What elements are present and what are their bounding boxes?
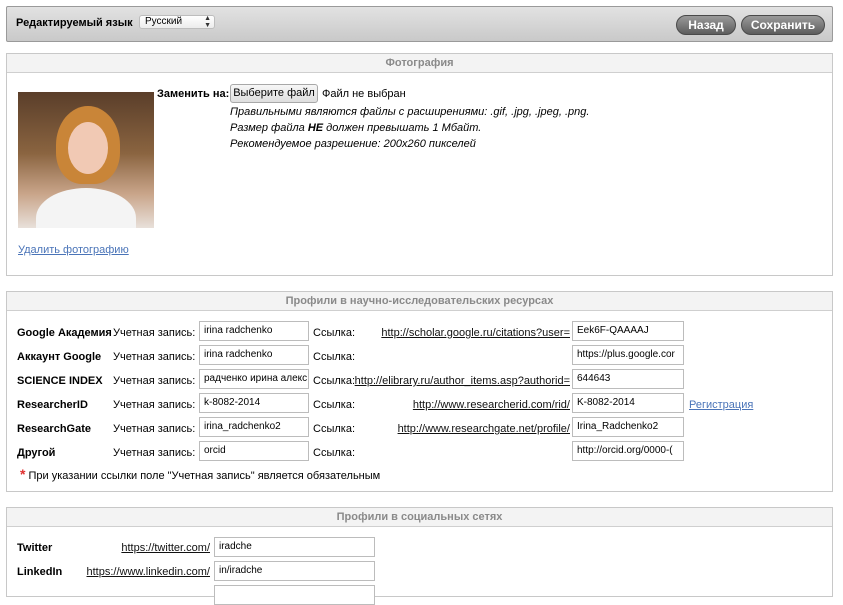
account-label: Учетная запись: xyxy=(113,399,196,411)
register-link[interactable]: Регистрация xyxy=(689,399,753,411)
link-input[interactable]: http://orcid.org/0000-( xyxy=(572,441,684,461)
photo-panel-title: Фотография xyxy=(7,54,832,73)
link-input[interactable]: 644643 xyxy=(572,369,684,389)
account-label: Учетная запись: xyxy=(113,375,196,387)
research-profiles-panel: Профили в научно-исследовательских ресур… xyxy=(6,291,833,492)
profile-url-link[interactable]: http://scholar.google.ru/citations?user= xyxy=(381,327,570,339)
social-url-link[interactable]: https://twitter.com/ xyxy=(121,542,210,554)
account-label: Учетная запись: xyxy=(113,327,196,339)
link-input[interactable]: Irina_Radchenko2 xyxy=(572,417,684,437)
social-url-link[interactable]: https://www.linkedin.com/ xyxy=(87,566,211,578)
account-input[interactable]: irina_radchenko2 xyxy=(199,417,309,437)
hint-size: Размер файла НЕ должен превышать 1 Мбайт… xyxy=(230,122,482,134)
select-arrows-icon: ▲ ▼ xyxy=(204,15,211,29)
resource-name: ResearcherID xyxy=(17,399,88,411)
account-label: Учетная запись: xyxy=(113,447,196,459)
link-input[interactable]: https://plus.google.cor xyxy=(572,345,684,365)
profile-url-link[interactable]: http://elibrary.ru/author_items.asp?auth… xyxy=(355,375,570,387)
link-label: Ссылка: xyxy=(313,375,355,387)
account-input[interactable]: irina radchenko xyxy=(199,345,309,365)
link-label: Ссылка: xyxy=(313,351,355,363)
research-profiles-title: Профили в научно-исследовательских ресур… xyxy=(7,292,832,311)
account-label: Учетная запись: xyxy=(113,423,196,435)
back-button[interactable]: Назад xyxy=(676,15,736,35)
editing-language-label: Редактируемый язык xyxy=(16,17,133,29)
file-status: Файл не выбран xyxy=(322,88,406,100)
social-profiles-title: Профили в социальных сетях xyxy=(7,508,832,527)
profile-url-link[interactable]: http://www.researchgate.net/profile/ xyxy=(398,423,570,435)
required-star-icon: * xyxy=(20,466,26,482)
resource-name: Google Академия xyxy=(17,327,112,339)
social-input[interactable]: iradche xyxy=(214,537,375,557)
social-profiles-panel: Профили в социальных сетях Twitter https… xyxy=(6,507,833,605)
social-network-name: Twitter xyxy=(17,542,53,554)
account-input[interactable]: радченко ирина алекс xyxy=(199,369,309,389)
hint-resolution: Рекомендуемое разрешение: 200x260 пиксел… xyxy=(230,138,476,150)
choose-file-button[interactable]: Выберите файл xyxy=(230,84,318,103)
resource-name: SCIENCE INDEX xyxy=(17,375,103,387)
social-network-name: LinkedIn xyxy=(17,566,63,578)
language-select[interactable]: Русский ▲ ▼ xyxy=(139,15,215,29)
link-label: Ссылка: xyxy=(313,423,355,435)
required-note: * При указании ссылки поле "Учетная запи… xyxy=(20,466,381,482)
social-input[interactable]: in/iradche xyxy=(214,561,375,581)
resource-name: Другой xyxy=(17,447,56,459)
account-input[interactable]: k-8082-2014 xyxy=(199,393,309,413)
link-input[interactable]: K-8082-2014 xyxy=(572,393,684,413)
link-input[interactable]: Eek6F-QAAAAJ xyxy=(572,321,684,341)
link-label: Ссылка: xyxy=(313,399,355,411)
delete-photo-link[interactable]: Удалить фотографию xyxy=(18,244,129,256)
top-toolbar: Редактируемый язык Русский ▲ ▼ Назад Сохр… xyxy=(6,6,833,42)
resource-name: ResearchGate xyxy=(17,423,91,435)
language-select-value: Русский xyxy=(145,16,183,27)
replace-label: Заменить на: xyxy=(157,88,230,100)
account-input[interactable]: irina radchenko xyxy=(199,321,309,341)
profile-url-link[interactable]: http://www.researcherid.com/rid/ xyxy=(413,399,570,411)
link-label: Ссылка: xyxy=(313,327,355,339)
resource-name: Аккаунт Google xyxy=(17,351,102,363)
link-label: Ссылка: xyxy=(313,447,355,459)
account-label: Учетная запись: xyxy=(113,351,196,363)
save-button[interactable]: Сохранить xyxy=(741,15,825,35)
hint-formats: Правильными являются файлы с расширениям… xyxy=(230,106,590,118)
profile-photo xyxy=(18,92,154,228)
photo-panel: Фотография Заменить на: Выберите файл Фа… xyxy=(6,53,833,276)
social-input[interactable] xyxy=(214,585,375,605)
account-input[interactable]: orcid xyxy=(199,441,309,461)
